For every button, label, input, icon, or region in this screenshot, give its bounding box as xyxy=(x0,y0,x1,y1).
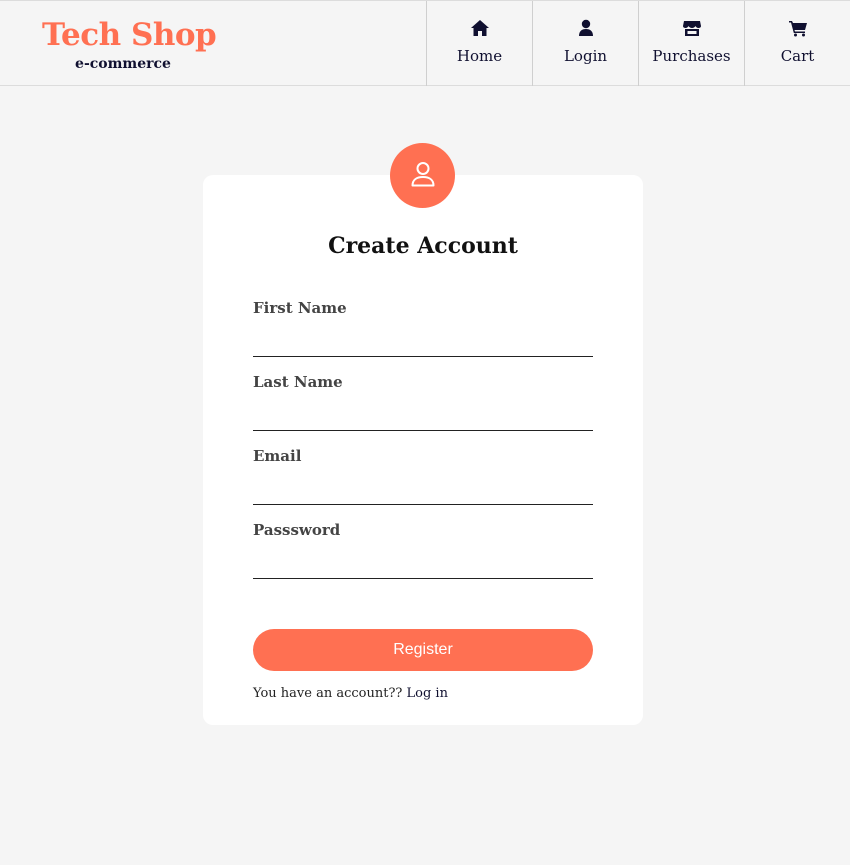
nav-item-label: Purchases xyxy=(652,47,731,65)
password-label: Passsword xyxy=(253,521,341,539)
register-card: Create Account First Name Last Name Emai… xyxy=(203,175,643,725)
user-icon xyxy=(576,18,596,38)
main-nav: Home Login Purchases Cart xyxy=(426,1,850,86)
first-name-input[interactable] xyxy=(253,331,593,357)
first-name-field: First Name xyxy=(253,299,593,357)
last-name-input[interactable] xyxy=(253,405,593,431)
nav-item-label: Home xyxy=(456,47,503,65)
email-input[interactable] xyxy=(253,479,593,505)
email-label: Email xyxy=(253,447,302,465)
last-name-field: Last Name xyxy=(253,373,593,431)
first-name-label: First Name xyxy=(253,299,347,317)
login-link[interactable]: Log in xyxy=(407,686,448,701)
nav-item-label: Login xyxy=(563,47,608,65)
cart-icon xyxy=(788,18,808,38)
home-icon xyxy=(470,18,490,38)
last-name-label: Last Name xyxy=(253,373,343,391)
login-prompt: You have an account?? Log in xyxy=(253,686,448,701)
nav-item-purchases[interactable]: Purchases xyxy=(638,1,744,86)
nav-item-label: Cart xyxy=(780,47,815,65)
login-prompt-text: You have an account?? xyxy=(253,686,407,701)
password-input[interactable] xyxy=(253,553,593,579)
register-button[interactable]: Register xyxy=(253,629,593,671)
brand-logo[interactable]: Tech Shop e-commerce xyxy=(42,17,217,73)
password-field: Passsword xyxy=(253,521,593,579)
nav-item-login[interactable]: Login xyxy=(532,1,638,86)
user-outline-icon xyxy=(410,160,436,192)
avatar xyxy=(390,143,455,208)
store-icon xyxy=(682,18,702,38)
page-title: Create Account xyxy=(328,233,518,259)
nav-item-cart[interactable]: Cart xyxy=(744,1,850,86)
site-header: Tech Shop e-commerce Home Login Purchase… xyxy=(0,0,850,86)
brand-subtitle: e-commerce xyxy=(75,56,171,72)
brand-title: Tech Shop xyxy=(42,17,217,53)
nav-item-home[interactable]: Home xyxy=(426,1,532,86)
email-field: Email xyxy=(253,447,593,505)
